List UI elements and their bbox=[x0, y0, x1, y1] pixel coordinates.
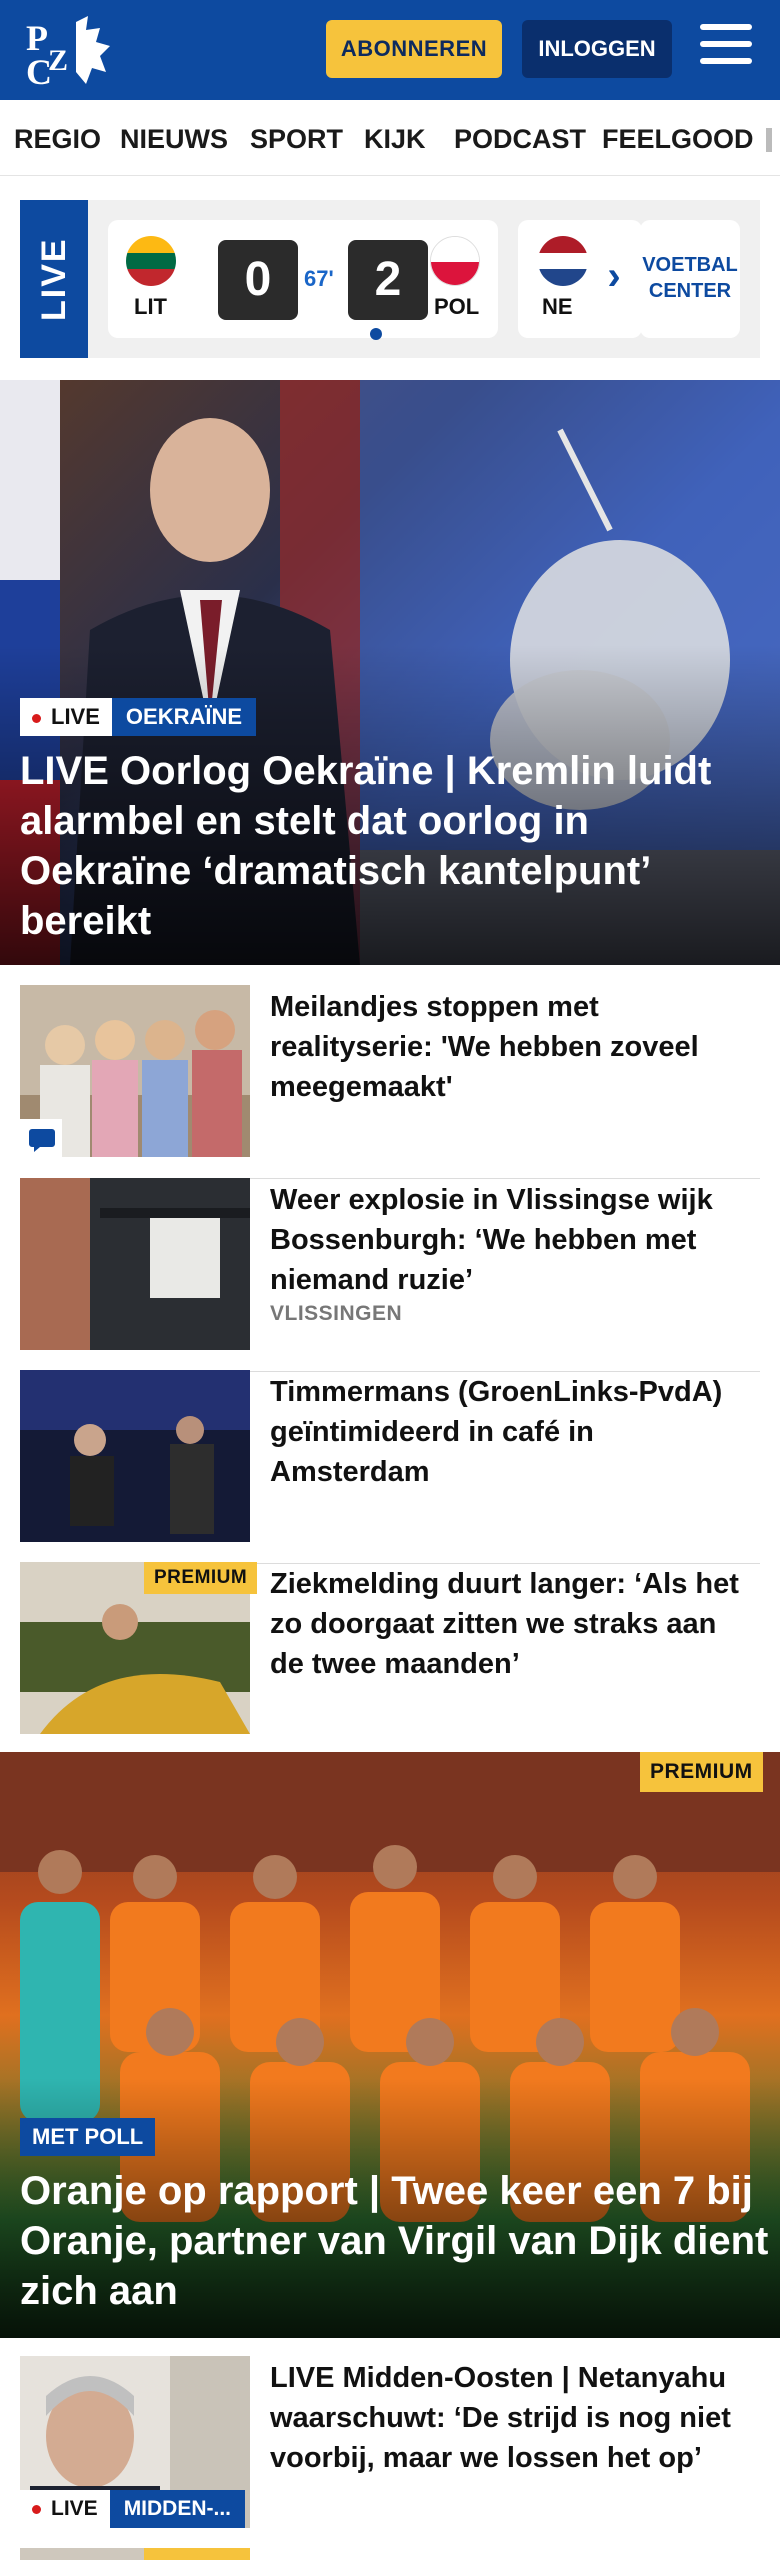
nav-item-kijk[interactable]: KIJK bbox=[364, 124, 426, 155]
article-title[interactable]: Meilandjes stoppen met realityserie: 'We… bbox=[270, 987, 750, 1107]
away-score: 2 bbox=[348, 240, 428, 320]
feature-article[interactable]: PREMIUM MET POLL Oranje op rapport | Twe… bbox=[0, 1752, 780, 2338]
category-badge: OEKRAÏNE bbox=[111, 698, 257, 736]
feature-title[interactable]: Oranje op rapport | Twee keer een 7 bij … bbox=[20, 2166, 770, 2316]
lithuania-flag-icon bbox=[126, 236, 176, 286]
article-badges: LIVE MIDDEN-... bbox=[20, 2490, 246, 2528]
netherlands-flag-icon bbox=[538, 236, 588, 286]
premium-badge: PREMIUM bbox=[144, 1562, 258, 1594]
home-team-code: LIT bbox=[134, 294, 167, 319]
menu-icon[interactable] bbox=[700, 24, 752, 72]
match-card-lit-pol[interactable]: LIT 0 67' 2 POL bbox=[108, 220, 498, 340]
score-indicator-dot bbox=[370, 328, 382, 340]
article-thumbnail bbox=[20, 1370, 250, 1542]
nav-overflow-indicator bbox=[766, 128, 772, 152]
list-item[interactable]: Timmermans (GroenLinks-PvdA) geïntimidee… bbox=[20, 1370, 760, 1564]
article-location: VLISSINGEN bbox=[270, 1302, 403, 1325]
article-title[interactable]: Ziekmelding duurt langer: ‘Als het zo do… bbox=[270, 1564, 750, 1684]
live-label: LIVE bbox=[20, 200, 88, 358]
live-scores-bar: LIVE LIT 0 67' 2 POL NE › VOETBAL CENTER bbox=[20, 200, 760, 358]
hero-title[interactable]: LIVE Oorlog Oekraïne | Kremlin luidt ala… bbox=[20, 746, 760, 946]
article-thumbnail bbox=[20, 1178, 250, 1350]
poll-badge: MET POLL bbox=[20, 2118, 156, 2156]
list-item[interactable]: LIVE MIDDEN-... LIVE Midden-Oosten | Net… bbox=[20, 2356, 760, 2550]
comment-icon bbox=[20, 1119, 62, 1157]
nav-item-podcast[interactable]: PODCAST bbox=[454, 124, 586, 155]
away-team-code: POL bbox=[434, 294, 480, 319]
match-minute: 67' bbox=[304, 266, 334, 291]
premium-badge: PREMIUM bbox=[640, 1752, 763, 1792]
hero-article[interactable]: LIVE OEKRAÏNE LIVE Oorlog Oekraïne | Kre… bbox=[0, 380, 780, 965]
article-title[interactable]: Weer explosie in Vlissingse wijk Bossenb… bbox=[270, 1180, 750, 1300]
article-title[interactable]: Timmermans (GroenLinks-PvdA) geïntimidee… bbox=[270, 1372, 750, 1492]
list-item[interactable]: PREMIUM Ziekmelding duurt langer: ‘Als h… bbox=[20, 1562, 760, 1756]
subscribe-button[interactable]: ABONNEREN bbox=[326, 20, 502, 78]
live-dot-icon bbox=[32, 2504, 41, 2514]
pzc-logo[interactable]: P C Z bbox=[26, 12, 116, 92]
home-score: 0 bbox=[218, 240, 298, 320]
login-button[interactable]: INLOGGEN bbox=[522, 20, 672, 78]
hero-badges: LIVE OEKRAÏNE bbox=[20, 698, 257, 736]
nav-item-feelgood[interactable]: FEELGOOD bbox=[602, 124, 754, 155]
nav-item-sport[interactable]: SPORT bbox=[250, 124, 343, 155]
next-team-code: NE bbox=[542, 294, 573, 319]
chevron-right-icon[interactable]: › bbox=[590, 252, 638, 300]
live-badge: LIVE bbox=[20, 2490, 110, 2528]
site-header: P C Z ABONNEREN INLOGGEN bbox=[0, 0, 780, 100]
nav-item-regio[interactable]: REGIO bbox=[14, 124, 101, 155]
category-badge: MIDDEN-... bbox=[109, 2490, 246, 2528]
list-item[interactable]: Weer explosie in Vlissingse wijk Bossenb… bbox=[20, 1178, 760, 1372]
live-badge: LIVE bbox=[20, 698, 112, 736]
list-item[interactable]: Meilandjes stoppen met realityserie: 'We… bbox=[20, 985, 760, 1179]
article-title[interactable]: LIVE Midden-Oosten | Netanyahu waarschuw… bbox=[270, 2358, 750, 2478]
section-nav: REGIO NIEUWS SPORT KIJK PODCAST FEELGOOD bbox=[0, 100, 780, 176]
nav-item-nieuws[interactable]: NIEUWS bbox=[120, 124, 228, 155]
svg-text:Z: Z bbox=[48, 44, 68, 77]
live-dot-icon bbox=[32, 713, 41, 723]
poland-flag-icon bbox=[430, 236, 480, 286]
next-premium-badge-partial bbox=[144, 2548, 250, 2560]
voetbal-center-button[interactable]: VOETBAL CENTER bbox=[640, 220, 740, 338]
